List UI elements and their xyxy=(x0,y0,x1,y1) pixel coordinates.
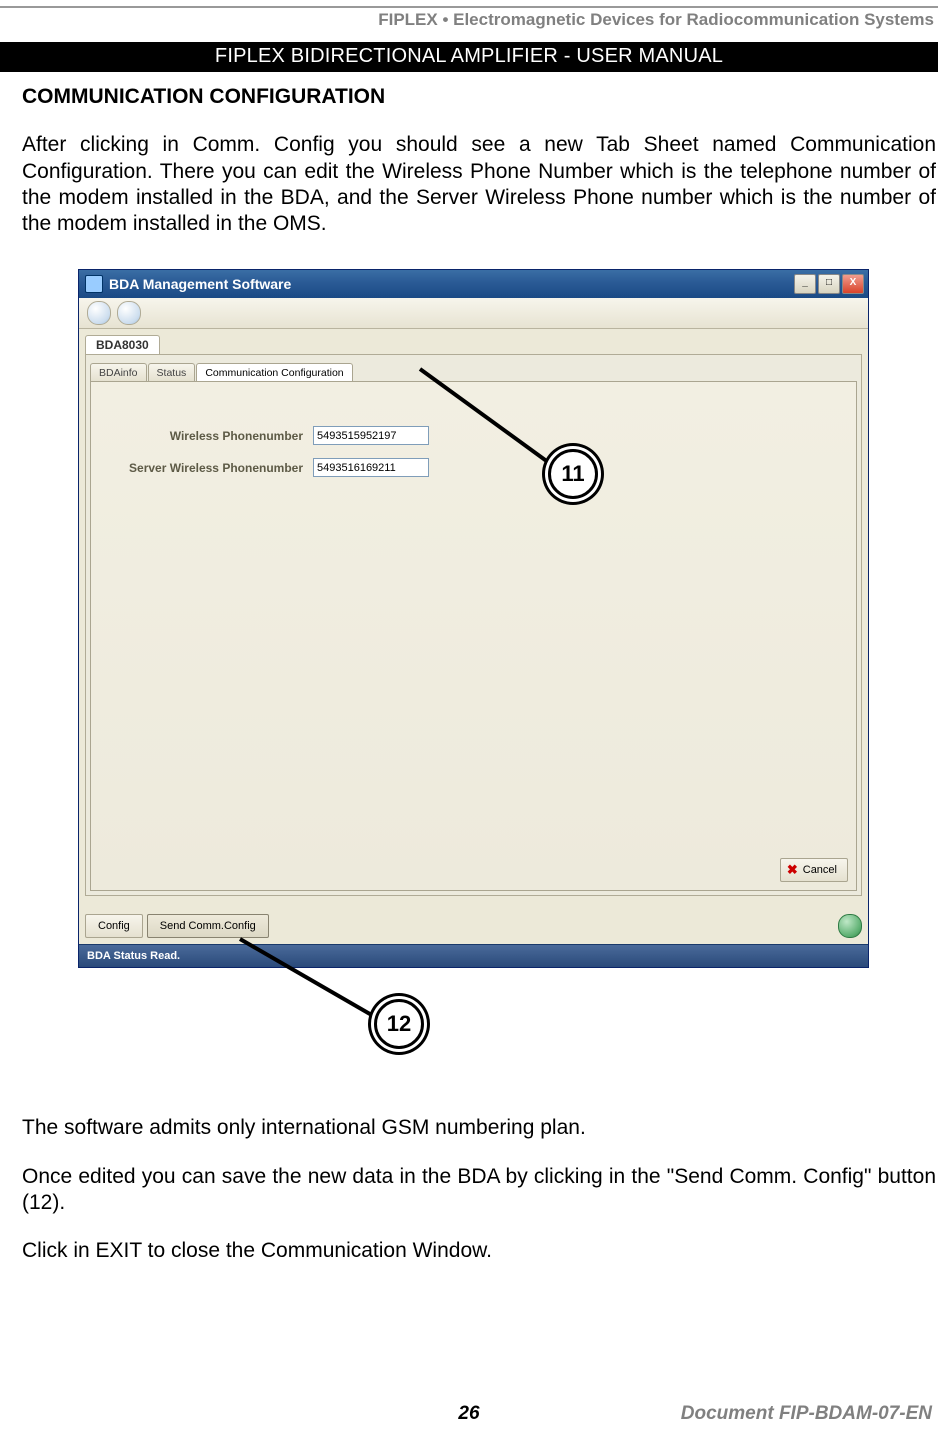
app-window: BDA Management Software _ □ X BDA8030 BD… xyxy=(78,269,869,968)
toolbar-button-2[interactable] xyxy=(117,301,141,325)
callout-12: 12 xyxy=(374,999,424,1049)
config-button[interactable]: Config xyxy=(85,914,143,938)
app-icon xyxy=(85,275,103,293)
server-wireless-phone-label: Server Wireless Phonenumber xyxy=(113,461,303,475)
cancel-x-icon: ✖ xyxy=(787,862,798,878)
device-pane: BDAinfo Status Communication Configurati… xyxy=(85,354,862,896)
toolbar-button-1[interactable] xyxy=(87,301,111,325)
exit-button[interactable] xyxy=(838,914,862,938)
wireless-phone-input[interactable] xyxy=(313,426,429,445)
section-banner: FIPLEX BIDIRECTIONAL AMPLIFIER - USER MA… xyxy=(0,42,938,72)
wireless-phone-label: Wireless Phonenumber xyxy=(113,429,303,443)
window-titlebar: BDA Management Software _ □ X xyxy=(79,270,868,298)
comm-config-pane: Wireless Phonenumber Server Wireless Pho… xyxy=(90,381,857,891)
brand-header: FIPLEX • Electromagnetic Devices for Rad… xyxy=(0,8,938,42)
window-title: BDA Management Software xyxy=(109,276,291,292)
paragraph-2: The software admits only international G… xyxy=(22,1115,936,1141)
window-maximize-button[interactable]: □ xyxy=(818,274,840,294)
section-title: COMMUNICATION CONFIGURATION xyxy=(22,84,936,110)
app-toolbar xyxy=(79,298,868,329)
paragraph-3: Once edited you can save the new data in… xyxy=(22,1164,936,1217)
document-id: Document FIP-BDAM-07-EN xyxy=(681,1403,932,1425)
status-bar: BDA Status Read. xyxy=(79,944,868,967)
cancel-button[interactable]: ✖ Cancel xyxy=(780,858,848,882)
bottom-action-bar: Config Send Comm.Config xyxy=(85,913,862,939)
paragraph-1: After clicking in Comm. Config you shoul… xyxy=(22,132,936,237)
tab-status[interactable]: Status xyxy=(148,363,196,381)
callout-11: 11 xyxy=(548,449,598,499)
tab-comm-config[interactable]: Communication Configuration xyxy=(196,363,352,381)
send-comm-config-button[interactable]: Send Comm.Config xyxy=(147,914,269,938)
window-minimize-button[interactable]: _ xyxy=(794,274,816,294)
tab-bdainfo[interactable]: BDAinfo xyxy=(90,363,147,381)
server-wireless-phone-input[interactable] xyxy=(313,458,429,477)
cancel-button-label: Cancel xyxy=(803,864,837,876)
window-close-button[interactable]: X xyxy=(842,274,864,294)
app-screenshot-figure: BDA Management Software _ □ X BDA8030 BD… xyxy=(78,269,867,1005)
paragraph-4: Click in EXIT to close the Communication… xyxy=(22,1238,936,1264)
device-tab[interactable]: BDA8030 xyxy=(85,335,160,354)
